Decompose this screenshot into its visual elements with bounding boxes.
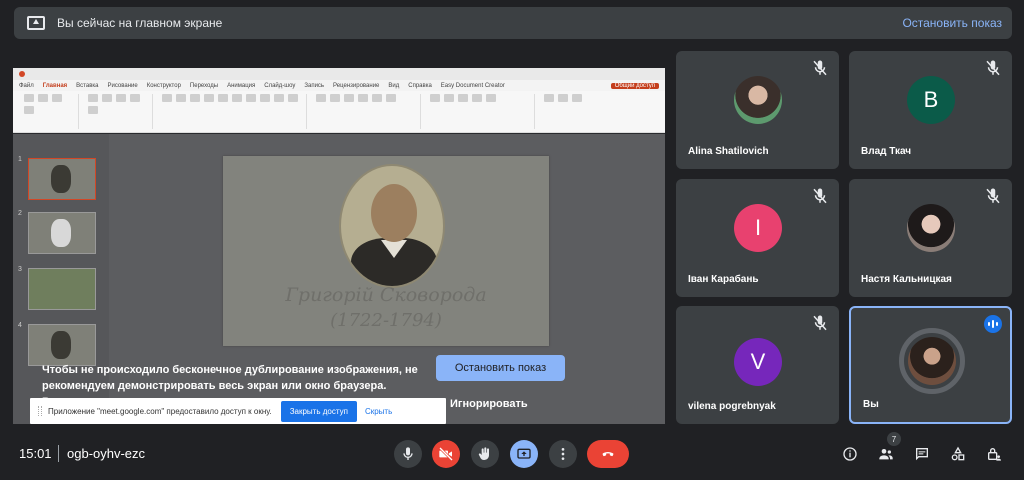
camera-button[interactable] [432,440,460,468]
call-end-icon [602,451,614,457]
mic-icon [403,447,413,460]
mic-off-icon [811,187,829,205]
present-screen-icon [27,16,45,30]
participant-name: Вы [863,399,879,410]
hide-infobar-link[interactable]: Скрыть [365,407,392,416]
people-button[interactable] [876,444,896,464]
avatar [907,204,955,252]
camera-off-icon [439,447,453,461]
participants-count-badge: 7 [887,432,901,446]
ppt-tab: Easy Document Creator [440,82,505,89]
ppt-tab: Главная [42,82,68,89]
presenting-banner: Вы сейчас на главном экране Остановить п… [14,7,1012,39]
more-vert-icon [561,448,565,460]
ppt-ribbon-tabs: Файл Главная Вставка Рисование Конструкт… [13,80,665,91]
participant-tile[interactable]: Настя Кальницкая [849,179,1012,297]
avatar [734,76,782,124]
ppt-tab: Рецензирование [333,82,380,89]
drag-handle-icon[interactable] [38,406,42,416]
ignore-button[interactable]: Игнорировать [450,398,528,410]
ppt-tab: Вид [388,82,400,89]
lock-person-icon [988,448,1001,461]
participant-name: vilena pogrebnyak [688,401,776,412]
ppt-tab: Справка [408,82,432,89]
ribbon-group [311,94,421,129]
call-controls-bar: 15:01 ogb-oyhv-ezc 7 [0,432,1024,472]
ribbon-group [539,94,619,129]
slide-thumbnail [28,158,96,200]
participant-tile[interactable]: І Іван Карабань [676,179,839,297]
chat-button[interactable] [912,444,932,464]
ppt-tab: Файл [19,82,34,89]
divider [58,445,59,462]
overlay-stop-button[interactable]: Остановить показ [436,355,565,381]
ppt-tab: Слайд-шоу [264,82,296,89]
info-icon [843,447,857,461]
self-avatar-ring [899,328,965,394]
slide-thumbnail [28,212,96,254]
ppt-ribbon [13,91,665,133]
mic-off-icon [811,59,829,77]
avatar: В [907,76,955,124]
slide-thumbnail [28,324,96,366]
ppt-tab: Запись [304,82,325,89]
stop-sharing-button[interactable]: Закрыть доступ [280,400,357,422]
participant-name: Настя Кальницкая [861,274,952,285]
ppt-titlebar [13,68,665,80]
speaking-indicator-icon [984,315,1002,333]
ribbon-group [83,94,153,129]
leave-call-button[interactable] [587,440,629,468]
participant-name: Влад Ткач [861,146,912,157]
mic-button[interactable] [394,440,422,468]
slide-years: (1722-1794) [330,310,442,331]
meeting-code: ogb-oyhv-ezc [67,446,146,461]
mic-off-icon [811,314,829,332]
ppt-tab: Вставка [76,82,99,89]
participant-tile[interactable]: V vilena pogrebnyak [676,306,839,424]
current-time: 15:01 [19,446,52,461]
hand-icon [478,447,489,460]
powerpoint-icon [19,71,25,77]
meeting-details-button[interactable] [840,444,860,464]
slide-title: Григорій Сковорода [285,284,487,306]
ribbon-group [157,94,307,129]
shared-screen: Файл Главная Вставка Рисование Конструкт… [13,68,665,424]
ppt-tab: Переходы [189,82,219,89]
participant-tile[interactable]: Alina Shatilovich [676,51,839,169]
ppt-tab: Рисование [107,82,138,89]
self-tile[interactable]: Вы [849,306,1012,424]
banner-title: Вы сейчас на главном экране [57,16,223,30]
sharing-infobar: Приложение "meet.google.com" предоставил… [30,398,446,424]
people-icon [879,449,893,460]
current-slide: Григорій Сковорода (1722-1794) [223,156,549,346]
ppt-tab: Конструктор [146,82,181,89]
more-options-button[interactable] [549,440,577,468]
participant-tile[interactable]: В Влад Ткач [849,51,1012,169]
present-icon [517,448,531,459]
ribbon-group [425,94,535,129]
chat-icon [916,448,928,461]
ppt-share-button: Общий доступ [610,82,659,89]
mic-off-icon [984,59,1002,77]
slide-thumbnail [28,268,96,310]
mic-off-icon [984,187,1002,205]
ribbon-group [19,94,79,129]
raise-hand-button[interactable] [471,440,499,468]
stop-presenting-link[interactable]: Остановить показ [902,16,1002,30]
avatar: І [734,204,782,252]
participant-name: Іван Карабань [688,274,759,285]
activities-icon [951,446,965,461]
avatar: V [734,338,782,386]
present-now-button[interactable] [510,440,538,468]
participant-name: Alina Shatilovich [688,146,769,157]
portrait-image [339,164,445,288]
activities-button[interactable] [948,444,968,464]
ppt-tab: Анимация [227,82,256,89]
host-controls-button[interactable] [984,444,1004,464]
avatar [908,337,956,385]
infobar-text: Приложение "meet.google.com" предоставил… [48,406,272,416]
